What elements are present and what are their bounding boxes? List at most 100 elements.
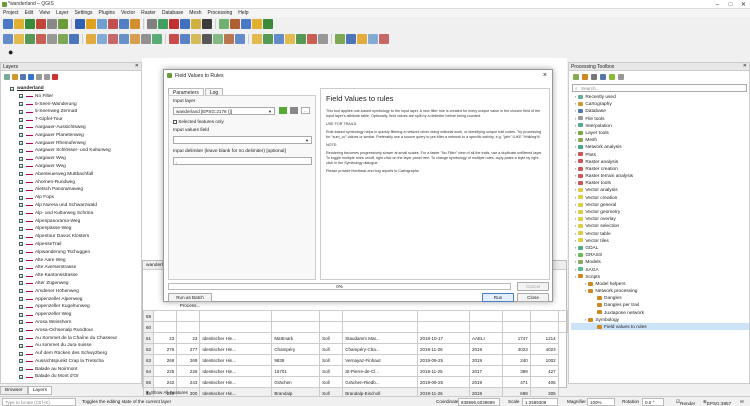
checkbox-icon[interactable]: ✔	[19, 273, 23, 278]
checkbox-icon[interactable]: ✔	[19, 351, 23, 356]
map-tips-icon[interactable]: ●	[8, 47, 13, 57]
toolbar-tool-icon[interactable]	[108, 19, 118, 29]
settings-icon[interactable]	[290, 107, 298, 114]
expand-icon[interactable]: ›	[575, 101, 576, 106]
processing-item[interactable]: › SAGA	[571, 266, 749, 273]
checkbox-icon[interactable]: ✔	[19, 265, 23, 270]
toolbar-tool-icon[interactable]	[36, 34, 46, 44]
checkbox-icon[interactable]: ✔	[19, 133, 23, 138]
checkbox-icon[interactable]: ✔	[19, 258, 23, 263]
expand-icon[interactable]: ›	[575, 202, 576, 207]
table-cell[interactable]	[342, 321, 418, 333]
expand-icon[interactable]: ›	[585, 288, 586, 293]
toolbar-tool-icon[interactable]	[36, 19, 46, 29]
processing-item[interactable]: › Vector tiles	[571, 237, 749, 244]
table-cell[interactable]: Staudamm Mat...	[342, 332, 418, 344]
checkbox-icon[interactable]: ✔	[19, 141, 23, 146]
toolbar-tool-icon[interactable]	[3, 34, 13, 44]
layer-rule-item[interactable]: ✔ Balade du Mont d'Or	[1, 373, 141, 381]
processing-item[interactable]: › Vector creation	[571, 194, 749, 201]
processing-item[interactable]: › Raster terrain analysis	[571, 172, 749, 179]
toolbar-tool-icon[interactable]	[58, 34, 68, 44]
processing-item[interactable]: › Layer tools	[571, 129, 749, 136]
checkbox-icon[interactable]: ✔	[19, 281, 23, 286]
toolbar-tool-icon[interactable]	[180, 19, 190, 29]
processing-item[interactable]: › Cartography	[571, 100, 749, 107]
locator-input[interactable]: Type to locate (Ctrl+K)	[2, 398, 76, 406]
checkbox-icon[interactable]: ✔	[19, 180, 23, 185]
processing-item[interactable]: › GRASS	[571, 251, 749, 258]
processing-item[interactable]: › Network analysis	[571, 143, 749, 150]
table-cell[interactable]: 471	[501, 376, 531, 388]
processing-item[interactable]: › Vector general	[571, 201, 749, 208]
processing-item[interactable]: › Model helpers	[571, 280, 749, 287]
cancel-button[interactable]: Cancel	[517, 282, 549, 291]
table-cell[interactable]: Champéry-Cha...	[342, 343, 418, 355]
table-cell[interactable]: 276	[153, 343, 178, 355]
expand-icon[interactable]: ›	[575, 159, 576, 164]
layer-rule-item[interactable]: ✔ Aargauer Schlösser- und Kulturweg	[1, 147, 141, 155]
toolbar-tool-icon[interactable]	[25, 34, 35, 44]
selected-only-checkbox[interactable]: Selected features only	[173, 119, 224, 124]
table-cell[interactable]: 59	[142, 310, 155, 322]
checkbox-icon[interactable]: ✔	[19, 164, 23, 169]
processing-item[interactable]: Dangles per trail	[571, 301, 749, 308]
table-row[interactable]: 61 23 23 Identischer Hin... Mattmark Soll Stau…	[142, 332, 568, 344]
table-cell[interactable]: 23	[153, 332, 178, 344]
toolbar-tool-icon[interactable]	[368, 34, 378, 44]
toolbar-tool-icon[interactable]	[75, 19, 85, 29]
expand-icon[interactable]: ›	[575, 252, 576, 257]
table-cell[interactable]	[529, 310, 559, 322]
expand-icon[interactable]: ›	[575, 259, 576, 264]
expand-icon[interactable]: ›	[575, 144, 576, 149]
table-cell[interactable]	[342, 310, 418, 322]
toolbar-tool-icon[interactable]	[108, 34, 118, 44]
table-cell[interactable]: 4023	[501, 343, 531, 355]
models-icon[interactable]	[573, 74, 579, 80]
add-group-icon[interactable]	[12, 74, 18, 80]
toolbar-tool-icon[interactable]	[169, 34, 179, 44]
table-row[interactable]: 65 242 243 Identischer Hin... Grächen Soll Grä…	[142, 376, 568, 388]
table-cell[interactable]: 2019-09-25	[417, 376, 470, 388]
processing-item[interactable]: Juxtapose network	[571, 309, 749, 316]
expand-icon[interactable]: ›	[575, 223, 576, 228]
table-cell[interactable]: Grächen	[271, 376, 321, 388]
layer-rule-item[interactable]: ✔ Aargauer Weg	[1, 155, 141, 163]
processing-item[interactable]: Field values to rules	[571, 323, 749, 331]
toolbar-tool-icon[interactable]	[235, 34, 245, 44]
coordinate-field[interactable]: 838996,6038699	[458, 398, 500, 406]
remove-layer-icon[interactable]	[52, 74, 58, 80]
expand-icon[interactable]: ›	[575, 116, 576, 121]
table-row[interactable]: 62 276 277 Identischer Hin... Champéry Soll Ch…	[142, 343, 568, 355]
expand-icon[interactable]: ›	[575, 173, 576, 178]
toolbar-tool-icon[interactable]	[263, 19, 273, 29]
processing-item[interactable]: › GDAL	[571, 244, 749, 251]
processing-item[interactable]: › Database	[571, 107, 749, 114]
toolbar-tool-icon[interactable]	[69, 34, 79, 44]
table-cell[interactable]: Soll	[319, 354, 344, 366]
toolbar-tool-icon[interactable]	[357, 34, 367, 44]
checkbox-icon[interactable]: ✔	[19, 289, 23, 294]
toolbar-tool-icon[interactable]	[152, 34, 162, 44]
checkbox-icon[interactable]: ✔	[19, 117, 23, 122]
table-cell[interactable]	[176, 321, 201, 333]
layer-rule-item[interactable]: ✔ Alpentour Davos Klosters	[1, 233, 141, 241]
toolbar-tool-icon[interactable]	[147, 19, 157, 29]
checkbox-icon[interactable]: ✔	[19, 156, 23, 161]
toolbar-tool-icon[interactable]	[25, 19, 35, 29]
checkbox-icon[interactable]: ✔	[19, 203, 23, 208]
checkbox-icon[interactable]: ✔	[19, 242, 23, 247]
checkbox-icon[interactable]: ✔	[19, 187, 23, 192]
toolbar-tool-icon[interactable]	[86, 19, 96, 29]
table-cell[interactable]: 62	[142, 343, 155, 355]
table-cell[interactable]: Identischer Hin...	[199, 365, 273, 377]
processing-item[interactable]: › Models	[571, 258, 749, 265]
checkbox-icon[interactable]: ✔	[19, 336, 23, 341]
expand-icon[interactable]: ›	[585, 281, 586, 286]
scale-field[interactable]: 1:2589309	[522, 398, 558, 406]
close-icon[interactable]: ✕	[737, 0, 750, 9]
table-cell[interactable]	[319, 321, 344, 333]
layer-rule-item[interactable]: ✔ 5-Seen-Wanderung	[1, 101, 141, 109]
table-cell[interactable]: Identischer Hin...	[199, 354, 273, 366]
manage-visibility-icon[interactable]	[20, 74, 26, 80]
